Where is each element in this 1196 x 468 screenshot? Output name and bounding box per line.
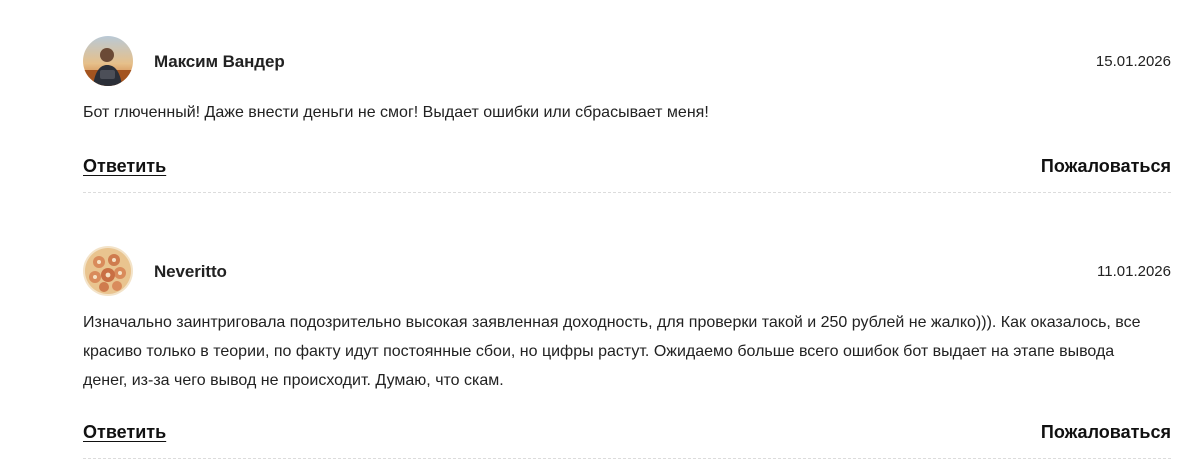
comment-text: Изначально заинтриговала подозрительно в…	[83, 314, 1141, 389]
comment-item: Neveritto 11.01.2026 Изначально заинтриг…	[83, 246, 1171, 459]
comment-text: Бот глюченный! Даже внести деньги не смо…	[83, 104, 709, 121]
reply-link[interactable]: Ответить	[83, 422, 166, 443]
report-link[interactable]: Пожаловаться	[1041, 422, 1171, 443]
comment-actions: Ответить Пожаловаться	[83, 156, 1171, 186]
comment-date: 11.01.2026	[1097, 263, 1171, 280]
user-avatar	[83, 36, 133, 86]
comment-divider	[83, 458, 1171, 459]
comment-actions: Ответить Пожаловаться	[83, 422, 1171, 452]
comment-item: Максим Вандер 15.01.2026 Бот глюченный! …	[83, 36, 1171, 193]
author-name: Neveritto	[154, 262, 227, 281]
user-avatar	[83, 246, 133, 296]
report-link[interactable]: Пожаловаться	[1041, 156, 1171, 177]
reply-link[interactable]: Ответить	[83, 156, 166, 177]
comment-header: Максим Вандер 15.01.2026	[83, 36, 1171, 88]
comment-divider	[83, 192, 1171, 193]
author-name: Максим Вандер	[154, 52, 285, 71]
comment-date: 15.01.2026	[1095, 53, 1171, 70]
comment-header: Neveritto 11.01.2026	[83, 246, 1171, 298]
